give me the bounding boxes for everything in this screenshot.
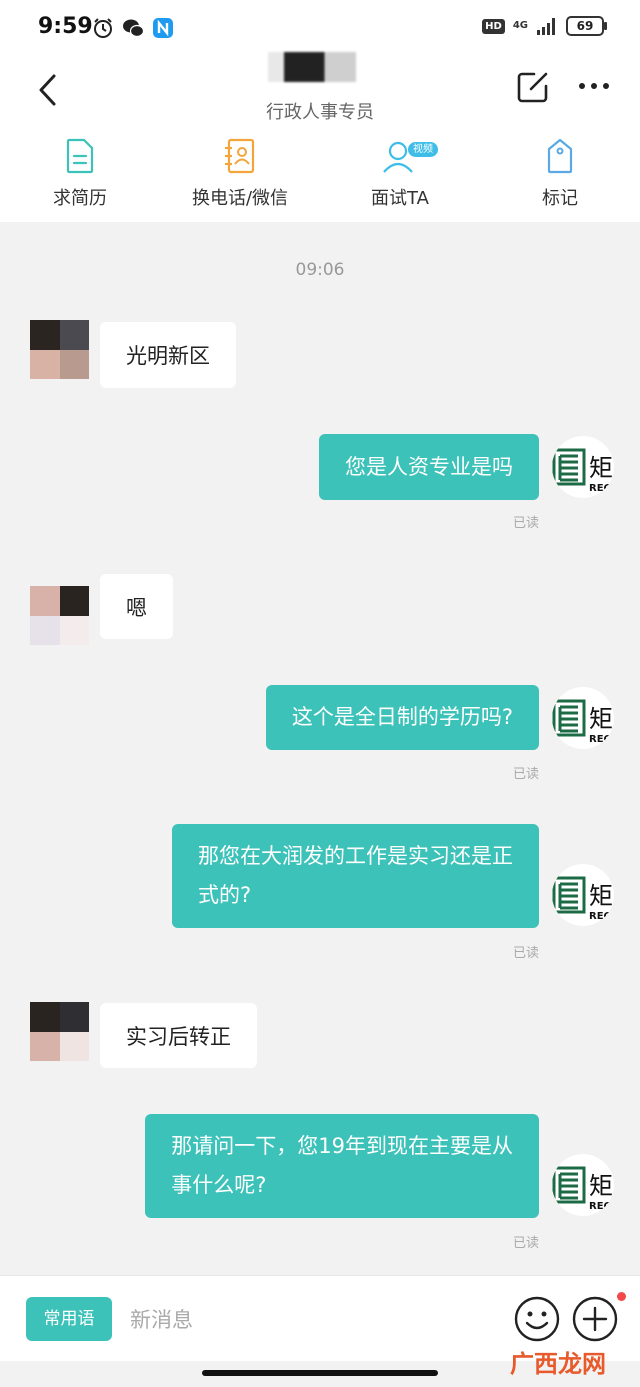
watermark: 广西龙网: [510, 1350, 606, 1378]
tag-icon: [547, 138, 573, 174]
message-bubble-received[interactable]: 嗯: [100, 574, 173, 639]
resume-icon: [66, 138, 94, 174]
network-type: 4G: [512, 20, 528, 31]
battery-icon: 69: [566, 16, 607, 36]
message-line: 式的?: [198, 883, 252, 907]
action-label: 面试TA: [371, 188, 429, 209]
logo-sub: REC: [589, 1201, 611, 1212]
logo-sub: REC: [589, 734, 611, 745]
my-avatar[interactable]: 矩 REC: [552, 864, 614, 926]
logo-glyph: 矩: [589, 882, 613, 910]
chat-header: 行政人事专员: [0, 52, 640, 130]
company-logo-icon: 矩 REC: [552, 876, 613, 922]
message-bubble-sent[interactable]: 那您在大润发的工作是实习还是正 式的?: [172, 824, 539, 928]
company-logo-icon: 矩 REC: [552, 1166, 613, 1212]
chat-timestamp: 09:06: [295, 260, 345, 280]
notification-dot: [617, 1292, 626, 1301]
logo-sub: REC: [589, 911, 611, 922]
message-line: 事什么呢?: [171, 1173, 267, 1197]
candidate-avatar[interactable]: [30, 586, 89, 645]
contact-card-icon: [225, 138, 255, 174]
logo-sub: REC: [589, 483, 611, 494]
status-time: 9:59: [38, 14, 93, 39]
exchange-contact-button[interactable]: 换电话/微信: [170, 138, 310, 218]
candidate-avatar[interactable]: [30, 1002, 89, 1061]
message-bubble-sent[interactable]: 这个是全日制的学历吗?: [265, 685, 539, 750]
message-bubble-received[interactable]: 光明新区: [100, 322, 236, 388]
request-resume-button[interactable]: 求简历: [10, 138, 150, 218]
my-avatar[interactable]: 矩 REC: [552, 687, 614, 749]
home-indicator[interactable]: [202, 1370, 438, 1376]
action-label: 标记: [542, 188, 578, 209]
video-tag: 视频: [408, 142, 438, 157]
message-bubble-sent[interactable]: 那请问一下，您19年到现在主要是从 事什么呢?: [145, 1114, 539, 1218]
read-status: 已读: [512, 1236, 539, 1251]
logo-glyph: 矩: [589, 705, 613, 733]
signal-icon: [537, 18, 555, 35]
common-phrases-button[interactable]: 常用语: [26, 1297, 112, 1341]
mark-button[interactable]: 标记: [490, 138, 630, 218]
more-icon[interactable]: [576, 76, 612, 96]
read-status: 已读: [512, 516, 539, 531]
alarm-icon: [94, 18, 112, 38]
contact-name-redacted: [268, 52, 356, 82]
my-avatar[interactable]: 矩 REC: [552, 1154, 614, 1216]
action-label: 求简历: [53, 188, 107, 209]
emoji-icon[interactable]: [514, 1296, 560, 1342]
message-line: 那请问一下，您19年到现在主要是从: [171, 1134, 513, 1158]
status-bar: 9:59 HD 4G 69: [0, 0, 640, 58]
company-logo-icon: 矩 REC: [552, 448, 613, 494]
status-right: HD 4G 69: [482, 16, 607, 36]
my-avatar[interactable]: 矩 REC: [552, 436, 614, 498]
message-bubble-received[interactable]: 实习后转正: [100, 1003, 257, 1068]
action-bar: 求简历 换电话/微信 视频 面试TA 标记: [0, 130, 640, 222]
logo-glyph: 矩: [589, 1172, 613, 1200]
candidate-avatar[interactable]: [30, 320, 89, 379]
read-status: 已读: [512, 946, 539, 961]
action-label: 换电话/微信: [191, 188, 289, 209]
read-status: 已读: [512, 767, 539, 782]
company-logo-icon: 矩 REC: [552, 699, 613, 745]
message-line: 那您在大润发的工作是实习还是正: [198, 844, 513, 868]
plus-icon[interactable]: [572, 1296, 618, 1342]
hd-badge: HD: [482, 18, 505, 34]
edit-icon[interactable]: [516, 70, 550, 104]
message-input[interactable]: [128, 1296, 492, 1344]
wechat-icon: [123, 19, 144, 38]
app-notification-icon: [153, 18, 173, 38]
message-bubble-sent[interactable]: 您是人资专业是吗: [319, 434, 539, 500]
logo-glyph: 矩: [589, 454, 613, 482]
interview-button[interactable]: 视频 面试TA: [330, 138, 470, 218]
